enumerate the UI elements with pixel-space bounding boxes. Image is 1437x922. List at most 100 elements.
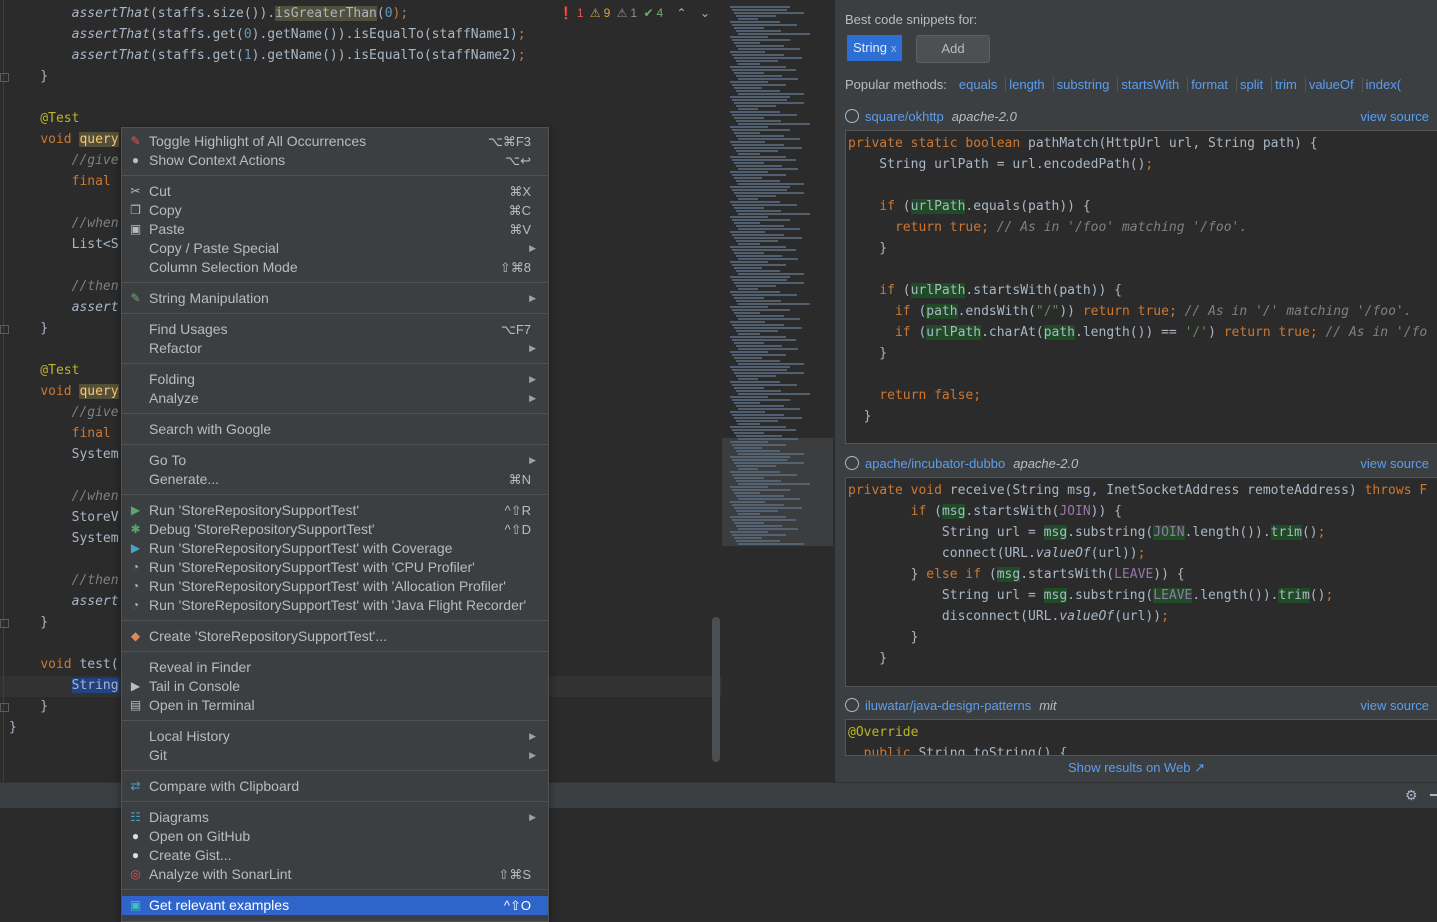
menu-debug[interactable]: ✱ Debug 'StoreRepositorySupportTest' ^⇧D [122, 520, 548, 539]
snippet-repo-link[interactable]: apache/incubator-dubbo [865, 456, 1005, 471]
fold-marker[interactable] [0, 73, 9, 82]
popular-method-link[interactable]: index( [1361, 77, 1402, 92]
code-line[interactable]: void query [9, 129, 119, 150]
menu-search-google[interactable]: Search with Google [122, 420, 548, 439]
menu-refactor[interactable]: Refactor ▶ [122, 339, 548, 358]
code-line[interactable]: } [9, 717, 17, 738]
code-line[interactable]: System [9, 528, 119, 549]
menu-column-selection[interactable]: Column Selection Mode ⇧⌘8 [122, 258, 548, 277]
view-source-link[interactable]: view source [1360, 698, 1429, 713]
code-line[interactable]: StoreV [9, 507, 119, 528]
menu-open-github[interactable]: ● Open on GitHub [122, 827, 548, 846]
code-token: String toString() { [918, 746, 1068, 756]
view-source-link[interactable]: view source [1360, 456, 1429, 471]
code-line[interactable]: //then [9, 570, 119, 591]
popular-method-link[interactable]: trim [1271, 77, 1297, 92]
menu-tail-console[interactable]: ▶ Tail in Console [122, 677, 548, 696]
code-line[interactable]: final [9, 423, 111, 444]
code-line[interactable]: void query [9, 381, 119, 402]
snippet-repo-link[interactable]: square/okhttp [865, 109, 944, 124]
menu-local-history[interactable]: Local History ▶ [122, 727, 548, 746]
code-token: void [40, 657, 80, 672]
code-line[interactable]: //then [9, 276, 119, 297]
menu-run-jfr[interactable]: ◔ Run 'StoreRepositorySupportTest' with '… [122, 596, 548, 615]
prev-highlight-icon[interactable]: ⌃ [677, 6, 687, 20]
code-line[interactable]: void test( [9, 654, 118, 675]
fold-marker[interactable] [0, 619, 9, 628]
menu-paste[interactable]: ▣ Paste ⌘V [122, 220, 548, 239]
code-line[interactable]: assertThat(staffs.get(1).getName()).isEq… [9, 45, 526, 66]
code-token: connect(URL. [848, 546, 1036, 561]
minimize-icon[interactable] [1430, 794, 1437, 796]
menu-copy[interactable]: ❐ Copy ⌘C [122, 201, 548, 220]
inspection-widget[interactable]: ❗ 1 ⚠ 9 ⚠ 1 ✔ 4 ⌃ ⌄ [556, 6, 710, 20]
add-tag-button[interactable]: Add [916, 35, 990, 63]
next-highlight-icon[interactable]: ⌄ [700, 6, 710, 20]
menu-folding[interactable]: Folding ▶ [122, 370, 548, 389]
popular-method-link[interactable]: length [1005, 77, 1045, 92]
snippet-repo-link[interactable]: iluwatar/java-design-patterns [865, 698, 1031, 713]
code-line[interactable]: assertThat(staffs.size()).isGreaterThan(… [9, 3, 408, 24]
menu-run-coverage[interactable]: ▶ Run 'StoreRepositorySupportTest' with C… [122, 539, 548, 558]
code-line[interactable]: } [9, 318, 48, 339]
popular-method-link[interactable]: valueOf [1304, 77, 1354, 92]
show-results-on-web-link[interactable]: Show results on Web ↗ [835, 760, 1437, 776]
code-line[interactable]: } [9, 66, 48, 87]
code-line[interactable]: @Test [9, 360, 79, 381]
code-minimap[interactable] [722, 0, 834, 782]
code-line[interactable]: System [9, 444, 119, 465]
menu-string-manipulation[interactable]: ✎ String Manipulation ▶ [122, 289, 548, 308]
code-line[interactable]: //give [9, 150, 119, 171]
code-line[interactable]: @Test [9, 108, 79, 129]
menu-toggle-highlight[interactable]: ✎ Toggle Highlight of All Occurrences ⌥⌘F3 [122, 132, 548, 151]
menu-create-gist[interactable]: ● Create Gist... [122, 846, 548, 865]
snippet-code-box[interactable]: @Override public String toString() { [845, 719, 1437, 756]
menu-run-allocation-profiler[interactable]: ◔ Run 'StoreRepositorySupportTest' with '… [122, 577, 548, 596]
menu-diagrams[interactable]: ☷ Diagrams ▶ [122, 808, 548, 827]
menu-create-config[interactable]: ◆ Create 'StoreRepositorySupportTest'... [122, 627, 548, 646]
popular-method-link[interactable]: format [1187, 77, 1229, 92]
menu-sonarlint[interactable]: ◎ Analyze with SonarLint ⇧⌘S [122, 865, 548, 884]
code-token: else if [926, 567, 989, 582]
minimap-line [734, 312, 760, 314]
menu-analyze[interactable]: Analyze ▶ [122, 389, 548, 408]
menu-show-context-actions[interactable]: ● Show Context Actions ⌥↩ [122, 151, 548, 170]
code-line[interactable]: assert [9, 591, 119, 612]
code-line[interactable]: //give [9, 402, 119, 423]
code-line[interactable]: assertThat(staffs.get(0).getName()).isEq… [9, 24, 526, 45]
fold-marker[interactable] [0, 325, 9, 334]
popular-method-link[interactable]: startsWith [1117, 77, 1180, 92]
code-line[interactable]: } [9, 612, 48, 633]
menu-find-usages[interactable]: Find Usages ⌥F7 [122, 320, 548, 339]
menu-copy-paste-special[interactable]: Copy / Paste Special ▶ [122, 239, 548, 258]
menu-compare-clipboard[interactable]: ⇄ Compare with Clipboard [122, 777, 548, 796]
fold-marker[interactable] [0, 703, 9, 712]
code-line[interactable]: assert [9, 297, 119, 318]
code-token: if [894, 325, 919, 340]
gear-icon[interactable]: ⚙ [1405, 788, 1419, 802]
menu-goto[interactable]: Go To ▶ [122, 451, 548, 470]
menu-open-terminal[interactable]: ▤ Open in Terminal [122, 696, 548, 715]
snippet-code-box[interactable]: private static boolean pathMatch(HttpUrl… [845, 130, 1437, 444]
popular-method-link[interactable]: equals [959, 77, 997, 92]
popular-method-link[interactable]: split [1236, 77, 1264, 92]
view-source-link[interactable]: view source [1360, 109, 1429, 124]
code-line[interactable]: String [9, 675, 119, 696]
menu-reveal-finder[interactable]: Reveal in Finder [122, 658, 548, 677]
code-line[interactable]: } [9, 696, 48, 717]
menu-git[interactable]: Git ▶ [122, 746, 548, 765]
popular-method-link[interactable]: substring [1052, 77, 1110, 92]
code-line[interactable]: //when [9, 213, 119, 234]
query-tag-chip[interactable]: String x [847, 35, 903, 61]
editor-scrollbar[interactable] [712, 617, 720, 762]
code-line[interactable]: final [9, 171, 111, 192]
remove-tag-icon[interactable]: x [891, 43, 897, 55]
menu-run-cpu-profiler[interactable]: ◔ Run 'StoreRepositorySupportTest' with '… [122, 558, 548, 577]
menu-run[interactable]: ▶ Run 'StoreRepositorySupportTest' ^⇧R [122, 501, 548, 520]
code-line[interactable]: //when [9, 486, 119, 507]
menu-cut[interactable]: ✂ Cut ⌘X [122, 182, 548, 201]
snippet-code-box[interactable]: private void receive(String msg, InetSoc… [845, 477, 1437, 687]
menu-generate[interactable]: Generate... ⌘N [122, 470, 548, 489]
menu-get-relevant-examples[interactable]: ▣ Get relevant examples ^⇧O [122, 896, 548, 915]
